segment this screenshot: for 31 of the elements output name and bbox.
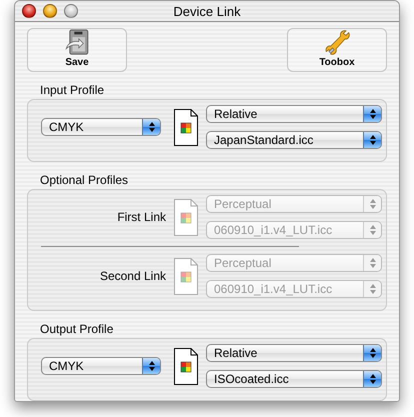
stepper-arrows-icon	[148, 122, 154, 132]
stepper-arrows-icon	[370, 135, 376, 145]
stepper-arrows-icon	[370, 109, 376, 119]
minimize-button[interactable]	[43, 4, 57, 18]
link-label: Second Link	[98, 269, 166, 283]
document-icon	[174, 348, 198, 384]
wrench-icon	[323, 29, 351, 56]
document-icon	[174, 108, 198, 146]
stepper-arrows-icon	[370, 199, 376, 209]
stepper-arrows-icon	[370, 284, 376, 294]
stepper-arrows-icon	[370, 348, 376, 358]
section-label: Input Profile	[40, 83, 106, 97]
window-title: Device Link	[173, 4, 241, 18]
colorspace-popup[interactable]: CMYK	[41, 357, 161, 375]
link-label: First Link	[116, 210, 166, 224]
section-label: Output Profile	[40, 322, 114, 336]
colorspace-popup[interactable]: CMYK	[41, 118, 161, 136]
profile-popup[interactable]: ISOcoated.icc	[206, 370, 382, 388]
stepper-arrows-icon	[148, 361, 154, 371]
stepper-arrows-icon	[370, 225, 376, 235]
stepper-arrows-icon	[370, 258, 376, 268]
profile-popup[interactable]: JapanStandard.icc	[206, 131, 382, 149]
intent-popup[interactable]: Relative	[206, 344, 382, 362]
zoom-button[interactable]	[64, 4, 78, 18]
toolbar-button[interactable]: Save	[27, 28, 127, 72]
disk-icon	[63, 29, 91, 56]
intent-popup[interactable]: Relative	[206, 105, 382, 123]
close-button[interactable]	[22, 4, 36, 18]
section-label: Optional Profiles	[40, 173, 130, 187]
stepper-arrows-icon	[370, 374, 376, 384]
toolbar-button[interactable]: Toobox	[287, 28, 387, 72]
